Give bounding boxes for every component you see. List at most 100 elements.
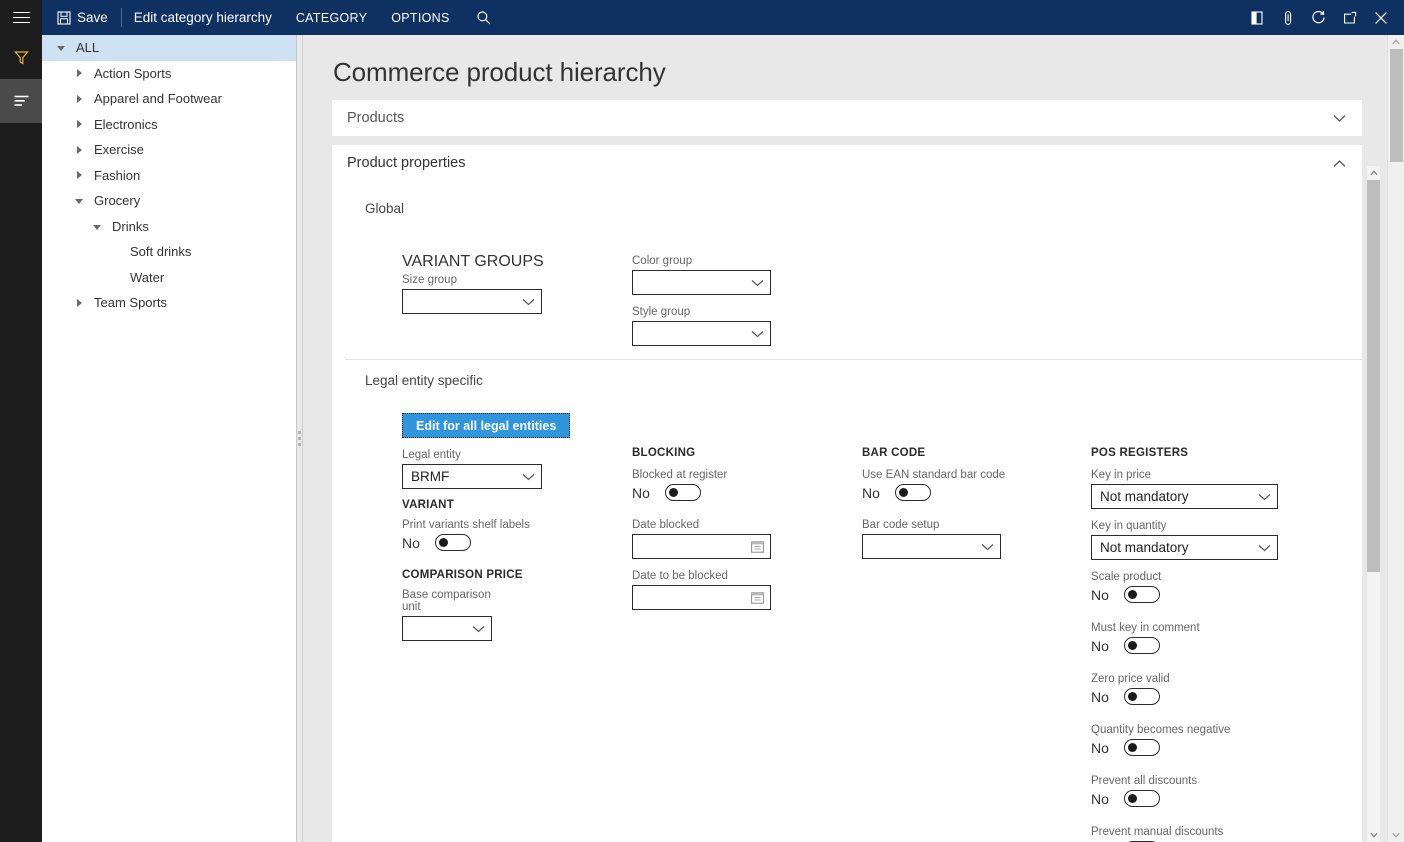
content-area: Commerce product hierarchy Products Prod… (303, 35, 1404, 842)
prevent-all-discounts-value: No (1091, 791, 1111, 807)
field-zero-price-valid: Zero price valid No (1091, 673, 1170, 705)
blocked-at-register-label: Blocked at register (632, 469, 727, 481)
panel-gap (332, 136, 1362, 145)
use-ean-standard-bar-code-toggle[interactable] (895, 484, 931, 501)
edit-for-all-legal-entities-button[interactable]: Edit for all legal entities (402, 413, 570, 438)
menu-options[interactable]: OPTIONS (379, 0, 461, 35)
blocking-caption: BLOCKING (632, 447, 695, 459)
tree-node[interactable]: Soft drinks (42, 239, 296, 265)
legal-entity-combobox[interactable]: BRMF (402, 464, 542, 489)
tree-expand-icon[interactable] (68, 299, 90, 307)
attachment-icon[interactable] (1272, 0, 1303, 35)
section-products[interactable]: Products (332, 100, 1362, 136)
quantity-becomes-negative-label: Quantity becomes negative (1091, 724, 1230, 736)
section-product-properties[interactable]: Product properties (332, 145, 1362, 181)
base-comparison-unit-combobox[interactable] (402, 616, 492, 641)
blocked-at-register-value: No (632, 485, 652, 501)
form-scrollbar[interactable] (1367, 166, 1380, 842)
filter-button[interactable] (0, 35, 42, 79)
prevent-all-discounts-toggle[interactable] (1124, 790, 1160, 807)
scroll-up-arrow[interactable] (1367, 166, 1380, 180)
must-key-in-comment-toggle[interactable] (1124, 637, 1160, 654)
comparison-price-caption: COMPARISON PRICE (402, 569, 523, 581)
field-bar-code-setup: Bar code setup (862, 519, 1001, 559)
key-in-price-label: Key in price (1091, 469, 1278, 481)
date-to-be-blocked-input[interactable] (632, 585, 771, 610)
field-prevent-manual-discounts: Prevent manual discounts No (1091, 826, 1223, 842)
style-group-combobox[interactable] (632, 321, 771, 346)
tree-node[interactable]: Apparel and Footwear (42, 86, 296, 112)
color-group-combobox[interactable] (632, 270, 771, 295)
category-hierarchy-tree[interactable]: ALL Action Sports Apparel and FootwearElec… (42, 35, 297, 842)
form-name-label[interactable]: Edit category hierarchy (122, 0, 284, 35)
tree-collapse-icon[interactable] (68, 197, 90, 204)
search-button[interactable] (462, 10, 502, 26)
chevron-down-icon (751, 279, 764, 287)
tree-node[interactable]: Drinks (42, 214, 296, 240)
office-app-icon[interactable] (1241, 0, 1272, 35)
date-blocked-input[interactable] (632, 534, 771, 559)
tree-node-label: Action Sports (90, 66, 171, 81)
field-date-blocked: Date blocked (632, 519, 771, 559)
menu-category[interactable]: CATEGORY (284, 0, 379, 35)
tree-expand-icon[interactable] (68, 171, 90, 179)
page-scroll-down-arrow[interactable] (1388, 828, 1404, 842)
list-lines-button[interactable] (0, 79, 42, 123)
color-group-label: Color group (632, 255, 771, 267)
page-scrollbar-thumb[interactable] (1390, 49, 1403, 162)
scale-product-toggle[interactable] (1124, 586, 1160, 603)
refresh-icon[interactable] (1303, 0, 1334, 35)
tree-node-label: Soft drinks (126, 244, 191, 259)
tree-node[interactable]: Fashion (42, 163, 296, 189)
size-group-combobox[interactable] (402, 289, 542, 314)
key-in-price-combobox[interactable]: Not mandatory (1091, 484, 1278, 509)
calendar-icon[interactable] (751, 540, 764, 553)
scroll-down-arrow[interactable] (1367, 828, 1380, 842)
tree-collapse-icon[interactable] (86, 223, 108, 230)
style-group-label: Style group (632, 306, 771, 318)
list-lines-icon (13, 94, 30, 108)
tree-expand-icon[interactable] (68, 146, 90, 154)
page-scroll-up-arrow[interactable] (1388, 35, 1404, 49)
page-scrollbar[interactable] (1387, 35, 1404, 842)
chevron-down-icon[interactable] (1333, 114, 1346, 123)
print-variants-shelf-labels-toggle[interactable] (435, 534, 471, 551)
chevron-down-icon (522, 473, 535, 481)
tree-node[interactable]: Action Sports (42, 61, 296, 87)
tree-node[interactable]: Grocery (42, 188, 296, 214)
key-in-quantity-combobox[interactable]: Not mandatory (1091, 535, 1278, 560)
popout-icon[interactable] (1334, 0, 1365, 35)
zero-price-valid-toggle[interactable] (1124, 688, 1160, 705)
tree-expand-icon[interactable] (68, 95, 90, 103)
field-key-in-price: Key in price Not mandatory (1091, 469, 1278, 509)
save-label: Save (77, 10, 108, 25)
print-variants-shelf-labels-label: Print variants shelf labels (402, 519, 530, 531)
close-icon[interactable] (1365, 0, 1396, 35)
field-style-group: Style group (632, 306, 771, 346)
form-scrollbar-thumb[interactable] (1367, 180, 1380, 572)
tree-node[interactable]: Electronics (42, 112, 296, 138)
date-blocked-label: Date blocked (632, 519, 771, 531)
navigation-menu-button[interactable] (0, 0, 42, 35)
tree-expand-icon[interactable] (68, 69, 90, 77)
tree-node-label: Team Sports (90, 295, 167, 310)
calendar-icon[interactable] (751, 591, 764, 604)
tree-node-label: ALL (72, 40, 99, 55)
tree-node[interactable]: Water (42, 265, 296, 291)
blocked-at-register-toggle[interactable] (665, 484, 701, 501)
tree-node[interactable]: Team Sports (42, 290, 296, 316)
tree-node-label: Exercise (90, 142, 144, 157)
tree-collapse-icon[interactable] (50, 44, 72, 51)
field-key-in-quantity: Key in quantity Not mandatory (1091, 520, 1278, 560)
legal-entity-label: Legal entity (402, 449, 542, 461)
quantity-becomes-negative-toggle[interactable] (1124, 739, 1160, 756)
date-to-be-blocked-label: Date to be blocked (632, 570, 771, 582)
product-properties-body: Global VARIANT GROUPS Size group Color g… (332, 181, 1362, 842)
hamburger-icon (13, 12, 30, 24)
save-button[interactable]: Save (42, 0, 121, 35)
chevron-up-icon[interactable] (1333, 159, 1346, 168)
tree-node[interactable]: Exercise (42, 137, 296, 163)
tree-node[interactable]: ALL (42, 35, 296, 61)
bar-code-setup-combobox[interactable] (862, 534, 1001, 559)
tree-expand-icon[interactable] (68, 120, 90, 128)
